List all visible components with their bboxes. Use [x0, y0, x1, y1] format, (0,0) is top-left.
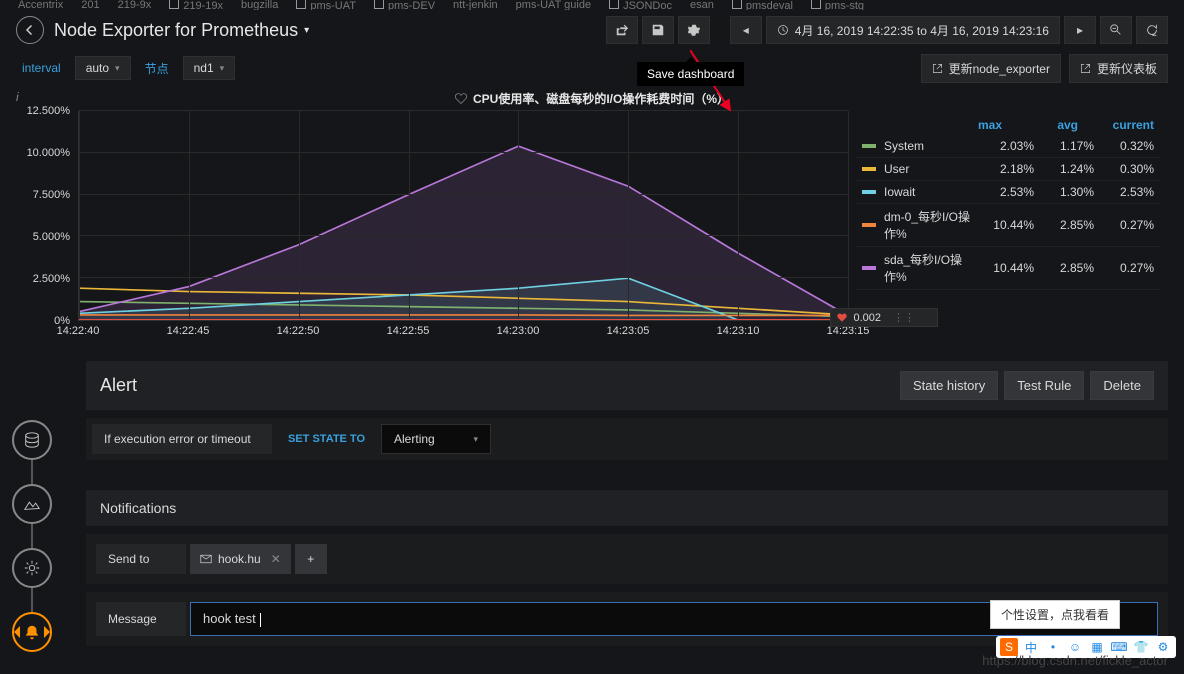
var-interval-select[interactable]: auto▾ — [75, 56, 131, 80]
heart-icon — [455, 93, 467, 105]
threshold-tag[interactable]: 0.002 ⋮⋮ — [830, 308, 938, 327]
legend-row[interactable]: Iowait2.53%1.30%2.53% — [856, 181, 1160, 204]
watermark: https://blog.csdn.net/fickle_actor — [982, 653, 1168, 668]
legend-header-max[interactable]: max — [954, 118, 1002, 132]
mail-icon — [200, 554, 212, 564]
sogou-tip[interactable]: 个性设置，点我看看 — [990, 600, 1120, 629]
var-interval-label: interval — [16, 61, 67, 75]
time-range-text: 4月 16, 2019 14:22:35 to 4月 16, 2019 14:2… — [795, 22, 1049, 39]
add-notification-button[interactable]: + — [295, 544, 327, 574]
chart-panel: i CPU使用率、磁盘每秒的I/O操作耗费时间（%） 0%2.500%5.000… — [16, 86, 1168, 341]
if-error-label: If execution error or timeout — [92, 424, 272, 454]
clock-icon — [777, 24, 789, 36]
link-update-exporter[interactable]: 更新node_exporter — [921, 54, 1061, 83]
variable-row: interval auto▾ 节点 nd1▾ 更新node_exporter 更… — [0, 50, 1184, 86]
legend-header-avg[interactable]: avg — [1030, 118, 1078, 132]
legend-row[interactable]: sda_每秒I/O操作%10.44%2.85%0.27% — [856, 247, 1160, 290]
alert-heading: Alert — [100, 375, 137, 396]
time-prev-button[interactable]: ◂ — [730, 16, 762, 44]
send-to-label: Send to — [96, 544, 186, 574]
set-state-label: SET STATE TO — [276, 424, 377, 454]
zoom-out-button[interactable] — [1100, 16, 1132, 44]
back-button[interactable] — [16, 16, 44, 44]
send-to-row: Send to hook.hu ✕ + — [86, 534, 1168, 584]
time-range-picker[interactable]: 4月 16, 2019 14:22:35 to 4月 16, 2019 14:2… — [766, 16, 1060, 44]
test-rule-button[interactable]: Test Rule — [1004, 371, 1084, 400]
var-node-select[interactable]: nd1▾ — [183, 56, 236, 80]
notification-chip[interactable]: hook.hu ✕ — [190, 544, 291, 574]
tab-rail — [12, 420, 52, 652]
var-node-label: 节点 — [139, 60, 175, 77]
share-button[interactable] — [606, 16, 638, 44]
dashboard-title-text: Node Exporter for Prometheus — [54, 20, 298, 41]
chart-area[interactable]: 0%2.500%5.000%7.500%10.000%12.500% 14:22… — [16, 111, 848, 341]
error-state-row: If execution error or timeout SET STATE … — [86, 418, 1168, 460]
bookmark-bar: Accentrix201219-9x 219-19xbugzilla pms-U… — [0, 0, 1184, 10]
link-update-dashboard[interactable]: 更新仪表板 — [1069, 54, 1168, 83]
notifications-heading: Notifications — [86, 490, 1168, 526]
legend-row[interactable]: dm-0_每秒I/O操作%10.44%2.85%0.27% — [856, 204, 1160, 247]
chevron-down-icon: ▾ — [304, 25, 309, 36]
time-next-button[interactable]: ▸ — [1064, 16, 1096, 44]
set-state-select[interactable]: Alerting▾ — [381, 424, 491, 454]
tab-general[interactable] — [12, 420, 52, 460]
heart-broken-icon — [837, 313, 847, 323]
external-link-icon — [1080, 63, 1091, 74]
tab-queries[interactable] — [12, 548, 52, 588]
alert-header: Alert State history Test Rule Delete — [86, 361, 1168, 410]
tab-alert[interactable] — [12, 612, 52, 652]
external-link-icon — [932, 63, 943, 74]
legend-row[interactable]: System2.03%1.17%0.32% — [856, 135, 1160, 158]
info-icon[interactable]: i — [16, 90, 19, 104]
topbar: Node Exporter for Prometheus ▾ ◂ 4月 16, … — [0, 10, 1184, 50]
tab-visualization[interactable] — [12, 484, 52, 524]
legend-header-current[interactable]: current — [1106, 118, 1154, 132]
refresh-button[interactable] — [1136, 16, 1168, 44]
message-label: Message — [96, 602, 186, 636]
legend: max avg current System2.03%1.17%0.32%Use… — [848, 111, 1168, 341]
legend-row[interactable]: User2.18%1.24%0.30% — [856, 158, 1160, 181]
state-history-button[interactable]: State history — [900, 371, 998, 400]
delete-button[interactable]: Delete — [1090, 371, 1154, 400]
panel-title[interactable]: CPU使用率、磁盘每秒的I/O操作耗费时间（%） — [16, 86, 1168, 111]
save-button[interactable] — [642, 16, 674, 44]
chip-remove[interactable]: ✕ — [271, 552, 281, 566]
settings-button[interactable] — [678, 16, 710, 44]
dashboard-title[interactable]: Node Exporter for Prometheus ▾ — [54, 20, 309, 41]
